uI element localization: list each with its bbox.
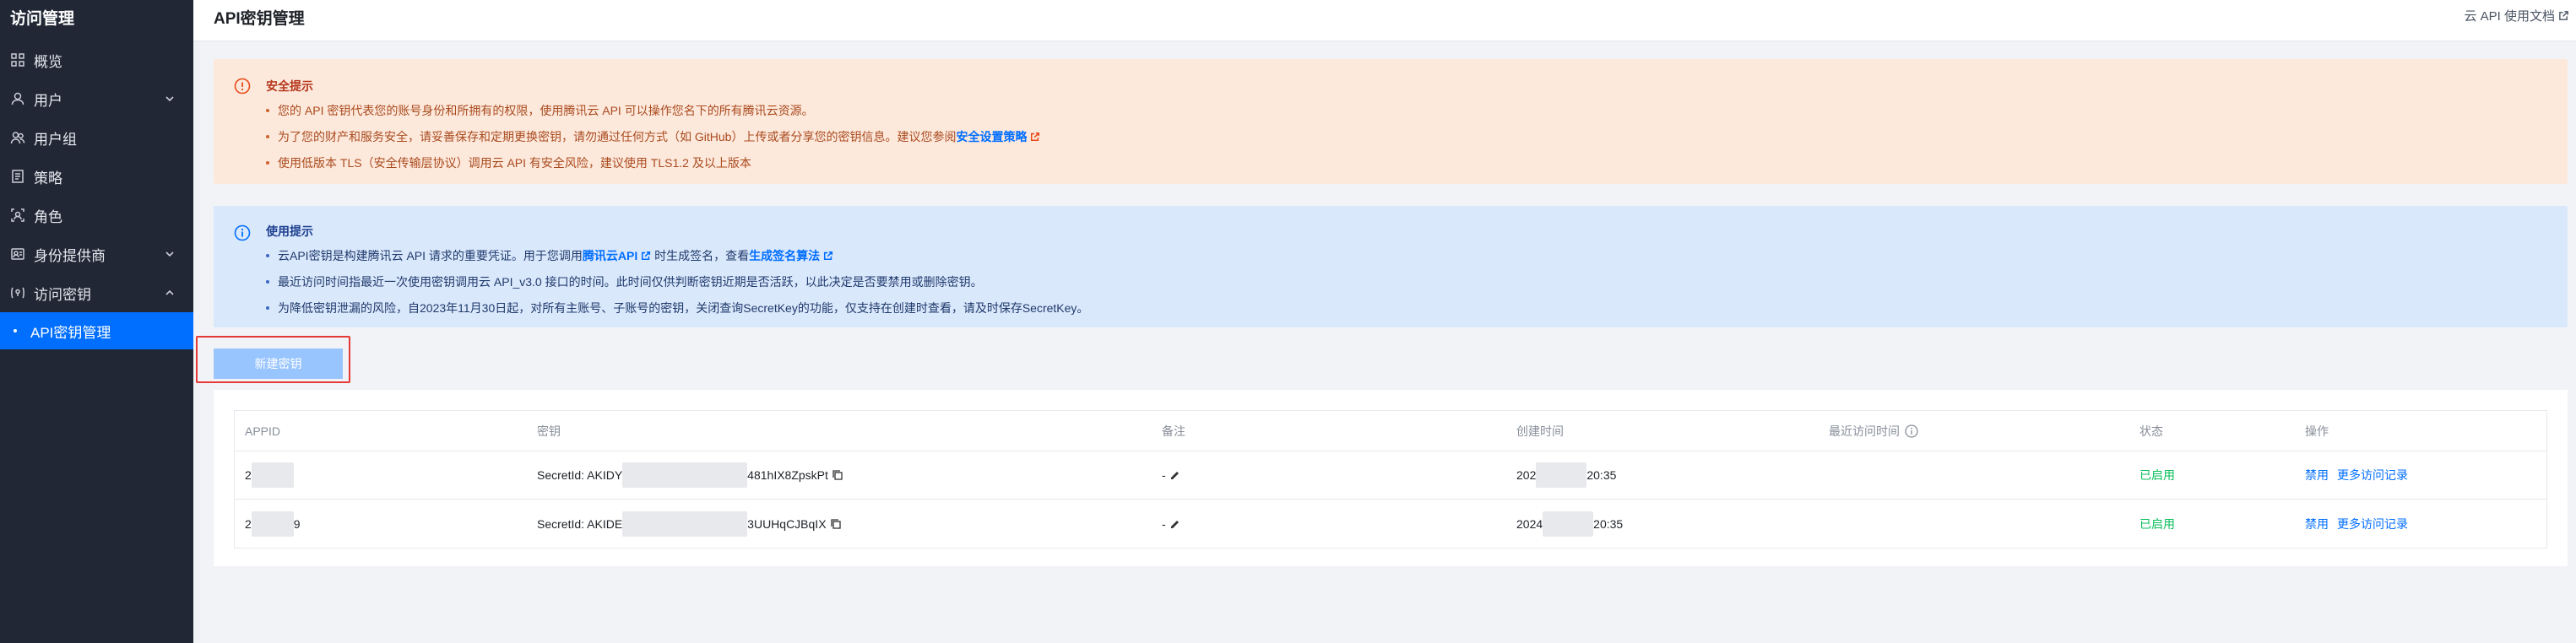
copy-icon[interactable] [832, 469, 843, 481]
usage-alert-list: 云API密钥是构建腾讯云 API 请求的重要凭证。用于您调用腾讯云API 时生成… [266, 243, 1088, 322]
user-icon [10, 91, 25, 106]
secret-id-cell: SecretId: AKIDE 3UUHqCJBqIX [537, 500, 842, 548]
created-time-cell: 202 20:35 [1516, 451, 1616, 499]
usage-alert-item: 最近访问时间指最近一次使用密钥调用云 API_v3.0 接口的时间。此时间仅供判… [266, 269, 1088, 295]
more-access-records-link[interactable]: 更多访问记录 [2337, 516, 2408, 532]
remark-cell: - [1162, 500, 1181, 548]
column-header-last-access: 最近访问时间 [1829, 411, 1918, 451]
role-icon [10, 208, 25, 223]
sidebar-item-label: 用户 [34, 92, 62, 109]
chevron-down-icon [165, 251, 174, 257]
active-dot [14, 329, 17, 332]
table-header-row: APPID 密钥 备注 创建时间 最近访问时间 状态 操作 [235, 411, 2546, 451]
sidebar-item-identity-providers[interactable]: 身份提供商 [0, 235, 193, 273]
user-group-icon [10, 130, 25, 145]
security-policy-link[interactable]: 安全设置策略 [956, 130, 1040, 143]
signature-algorithm-link[interactable]: 生成签名算法 [749, 249, 833, 262]
sidebar-item-access-keys[interactable]: 访问密钥 [0, 273, 193, 312]
chevron-down-icon [165, 96, 174, 102]
chevron-up-icon [165, 289, 174, 295]
security-alert-title: 安全提示 [266, 79, 313, 93]
key-table: APPID 密钥 备注 创建时间 最近访问时间 状态 操作 2 SecretId… [234, 410, 2547, 548]
edit-icon[interactable] [1169, 469, 1181, 481]
sidebar: 访问管理 概览 用户 用户组 策略 角色 身份提供商 访问密钥 API密钥管理 [0, 0, 193, 643]
column-header-created: 创建时间 [1516, 424, 1564, 438]
redacted-block [251, 462, 294, 488]
info-icon [234, 224, 251, 241]
external-link-icon [642, 251, 651, 261]
appid-cell: 2 [245, 451, 294, 499]
column-header-status: 状态 [2139, 424, 2163, 438]
sidebar-title: 访问管理 [10, 10, 75, 28]
policy-icon [10, 169, 25, 184]
usage-alert: 使用提示 云API密钥是构建腾讯云 API 请求的重要凭证。用于您调用腾讯云AP… [214, 206, 2568, 327]
column-header-remark: 备注 [1162, 424, 1185, 438]
sidebar-item-policies[interactable]: 策略 [0, 157, 193, 196]
overview-icon [10, 52, 25, 68]
page-title: API密钥管理 [214, 10, 305, 28]
usage-alert-title: 使用提示 [266, 224, 313, 238]
copy-icon[interactable] [830, 518, 842, 530]
access-key-icon [10, 285, 25, 300]
column-header-appid: APPID [245, 424, 281, 438]
api-doc-link[interactable]: 云 API 使用文档 [2464, 7, 2569, 24]
sidebar-item-user-groups[interactable]: 用户组 [0, 118, 193, 157]
sidebar-item-label: 身份提供商 [34, 247, 106, 264]
security-alert-list: 您的 API 密钥代表您的账号身份和所拥有的权限，使用腾讯云 API 可以操作您… [266, 98, 1040, 176]
disable-link[interactable]: 禁用 [2305, 467, 2329, 484]
column-header-actions: 操作 [2305, 424, 2329, 438]
table-row: 29 SecretId: AKIDE 3UUHqCJBqIX - 2024 20:… [235, 500, 2546, 548]
security-alert: 安全提示 您的 API 密钥代表您的账号身份和所拥有的权限，使用腾讯云 API … [214, 59, 2568, 184]
security-alert-item: 使用低版本 TLS（安全传输层协议）调用云 API 有安全风险，建议使用 TLS… [266, 150, 1040, 176]
edit-icon[interactable] [1169, 518, 1181, 530]
sidebar-item-label: 角色 [34, 208, 62, 225]
created-time-cell: 2024 20:35 [1516, 500, 1623, 548]
redacted-block [251, 511, 294, 537]
external-link-icon [2559, 11, 2568, 20]
sidebar-item-roles[interactable]: 角色 [0, 196, 193, 235]
sidebar-item-label: 访问密钥 [34, 286, 91, 303]
more-access-records-link[interactable]: 更多访问记录 [2337, 467, 2408, 484]
disable-link[interactable]: 禁用 [2305, 516, 2329, 532]
api-doc-link-label: 云 API 使用文档 [2464, 9, 2555, 24]
security-alert-item: 为了您的财产和服务安全，请妥善保存和定期更换密钥，请勿通过任何方式（如 GitH… [266, 124, 1040, 150]
page-header: API密钥管理 云 API 使用文档 [193, 0, 2576, 41]
sidebar-item-label: 概览 [34, 53, 62, 70]
secret-id-cell: SecretId: AKIDY 481hIX8ZpskPt [537, 451, 843, 499]
redacted-block [1543, 511, 1594, 537]
actions-cell: 禁用 更多访问记录 [2305, 451, 2416, 499]
security-alert-item: 您的 API 密钥代表您的账号身份和所拥有的权限，使用腾讯云 API 可以操作您… [266, 98, 1040, 124]
column-header-secret: 密钥 [537, 424, 561, 438]
redacted-block [1536, 462, 1587, 488]
sidebar-item-label: 策略 [34, 170, 62, 186]
new-key-button[interactable]: 新建密钥 [214, 349, 343, 379]
redacted-block [622, 511, 748, 537]
external-link-icon [824, 251, 833, 261]
sidebar-item-users[interactable]: 用户 [0, 79, 193, 118]
info-icon[interactable] [1905, 424, 1918, 438]
status-badge: 已启用 [2139, 468, 2175, 482]
sidebar-item-label: 用户组 [34, 131, 77, 148]
external-link-icon [1031, 132, 1040, 142]
remark-cell: - [1162, 451, 1181, 499]
key-table-card: APPID 密钥 备注 创建时间 最近访问时间 状态 操作 2 SecretId… [214, 390, 2568, 566]
warning-icon [234, 78, 251, 95]
tencent-cloud-api-link[interactable]: 腾讯云API [583, 249, 651, 262]
sidebar-item-label: API密钥管理 [30, 324, 111, 341]
table-row: 2 SecretId: AKIDY 481hIX8ZpskPt - 202 20:… [235, 451, 2546, 500]
usage-alert-item: 为降低密钥泄漏的风险，自2023年11月30日起，对所有主账号、子账号的密钥，关… [266, 295, 1088, 322]
usage-alert-item: 云API密钥是构建腾讯云 API 请求的重要凭证。用于您调用腾讯云API 时生成… [266, 243, 1088, 269]
actions-cell: 禁用 更多访问记录 [2305, 500, 2416, 548]
identity-provider-icon [10, 246, 25, 262]
appid-cell: 29 [245, 500, 301, 548]
sidebar-item-api-key-management[interactable]: API密钥管理 [0, 312, 193, 349]
status-badge: 已启用 [2139, 516, 2175, 531]
sidebar-item-overview[interactable]: 概览 [0, 41, 193, 79]
redacted-block [622, 462, 748, 488]
